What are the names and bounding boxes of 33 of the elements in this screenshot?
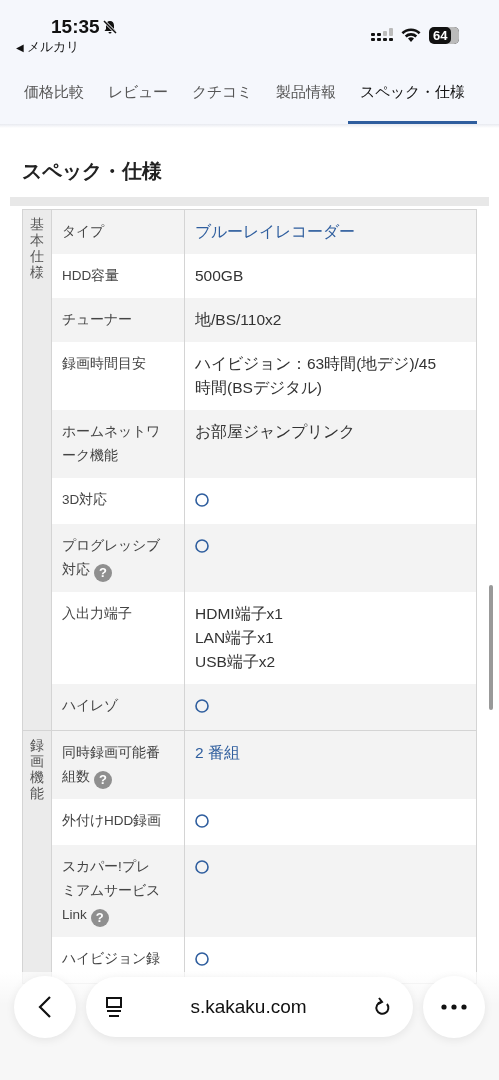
group-label: 基本仕様 (23, 210, 52, 730)
circle-mark-icon (195, 952, 209, 966)
circle-mark-icon (195, 699, 209, 713)
spec-value: お部屋ジャンプリンク (195, 423, 355, 440)
signal-icon (371, 28, 393, 42)
ellipsis-icon (441, 1004, 467, 1010)
url-text: s.kakaku.com (190, 996, 307, 1018)
address-bar[interactable]: s.kakaku.com (86, 977, 413, 1037)
spec-value: 地/BS/110x2 (195, 311, 282, 328)
tab[interactable]: クチコミ (180, 64, 264, 124)
back-to-app-link[interactable]: ◀ メルカリ (16, 38, 118, 56)
tab[interactable]: レビュー (96, 64, 180, 124)
bell-slash-icon (101, 19, 118, 35)
clock-time: 15:35 (51, 16, 100, 38)
spec-value: LAN端子x1 (195, 628, 275, 648)
section-heading: スペック・仕様 (21, 159, 163, 184)
tab[interactable]: 製品情報 (264, 64, 348, 124)
wifi-icon (401, 27, 421, 43)
page-menu-icon[interactable] (104, 996, 124, 1018)
tab[interactable]: 価格比較 (12, 64, 96, 124)
circle-mark-icon (195, 814, 209, 828)
circle-mark-icon (195, 860, 209, 874)
spec-link[interactable]: 2 番組 (195, 744, 240, 761)
spec-label: ハイレゾ (52, 684, 185, 730)
spec-value: 500GB (195, 267, 244, 284)
chevron-left-icon (38, 995, 52, 1019)
spec-link[interactable]: ブルーレイレコーダー (195, 223, 355, 240)
spec-value: HDMI端子x1 (195, 604, 284, 624)
circle-mark-icon (195, 539, 209, 553)
battery-indicator: 64 (429, 26, 459, 44)
circle-mark-icon (195, 493, 209, 507)
spec-value: ハイビジョン：63時間(地デジ)/45時間(BSデジタル) (195, 355, 437, 396)
spec-value: USB端子x2 (195, 652, 277, 672)
